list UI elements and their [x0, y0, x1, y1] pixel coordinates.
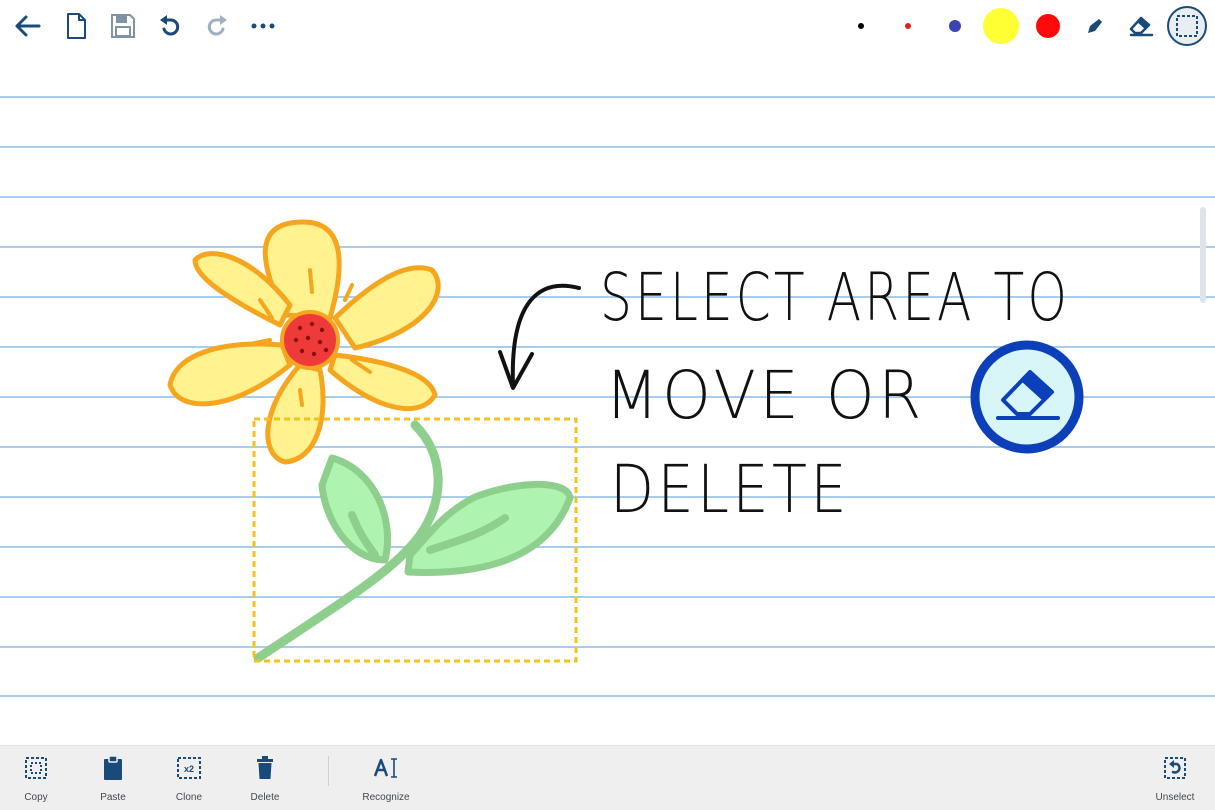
ink-drawing: SELECT AREA TO MOVE OR DELETE — [167, 219, 1084, 663]
new-page-icon[interactable] — [56, 6, 96, 46]
unselect-button[interactable]: Unselect — [1140, 754, 1210, 808]
recognize-text-icon — [372, 754, 400, 782]
paste-label: Paste — [100, 792, 126, 803]
undo-icon[interactable] — [150, 6, 190, 46]
curved-arrow — [498, 283, 581, 390]
selection-action-bar: Copy Paste x2 Clone Delete Recognize Uns… — [0, 745, 1215, 810]
flower-head — [167, 219, 441, 465]
eraser-icon[interactable] — [1121, 6, 1161, 46]
svg-text:x2: x2 — [184, 764, 194, 774]
clone-button[interactable]: x2 Clone — [154, 754, 224, 808]
recognize-label: Recognize — [362, 792, 410, 803]
clone-icon: x2 — [175, 754, 203, 782]
toolbar-divider — [328, 756, 329, 786]
delete-button[interactable]: Delete — [230, 754, 300, 808]
handwritten-line-1: SELECT AREA TO — [600, 259, 1070, 336]
black-color-swatch[interactable] — [841, 6, 881, 46]
clone-label: Clone — [175, 792, 203, 803]
redo-icon[interactable] — [197, 6, 237, 46]
eraser-badge-icon — [970, 340, 1084, 454]
drawing-canvas[interactable]: SELECT AREA TO MOVE OR DELETE — [0, 56, 1215, 745]
flower-stem-and-leaves — [253, 420, 574, 663]
trash-icon — [251, 754, 279, 782]
red-small-color-swatch[interactable] — [888, 6, 928, 46]
copy-icon — [22, 754, 50, 782]
select-icon[interactable] — [1166, 5, 1208, 47]
back-arrow-icon[interactable] — [8, 6, 48, 46]
red-highlighter-swatch[interactable] — [1028, 6, 1068, 46]
handwritten-line-3: DELETE — [610, 451, 850, 528]
yellow-highlighter-swatch[interactable] — [981, 6, 1021, 46]
more-icon[interactable] — [243, 6, 283, 46]
unselect-label: Unselect — [1155, 792, 1195, 803]
pen-icon[interactable] — [1075, 6, 1115, 46]
paste-button[interactable]: Paste — [78, 754, 148, 808]
recognize-button[interactable]: Recognize — [351, 754, 421, 808]
delete-label: Delete — [250, 792, 280, 803]
handwritten-line-2: MOVE OR — [605, 357, 925, 434]
copy-label: Copy — [24, 792, 48, 803]
save-icon[interactable] — [103, 6, 143, 46]
top-toolbar — [0, 0, 1215, 56]
blue-color-swatch[interactable] — [935, 6, 975, 46]
copy-button[interactable]: Copy — [1, 754, 71, 808]
unselect-icon — [1161, 754, 1189, 782]
clipboard-icon — [99, 754, 127, 782]
